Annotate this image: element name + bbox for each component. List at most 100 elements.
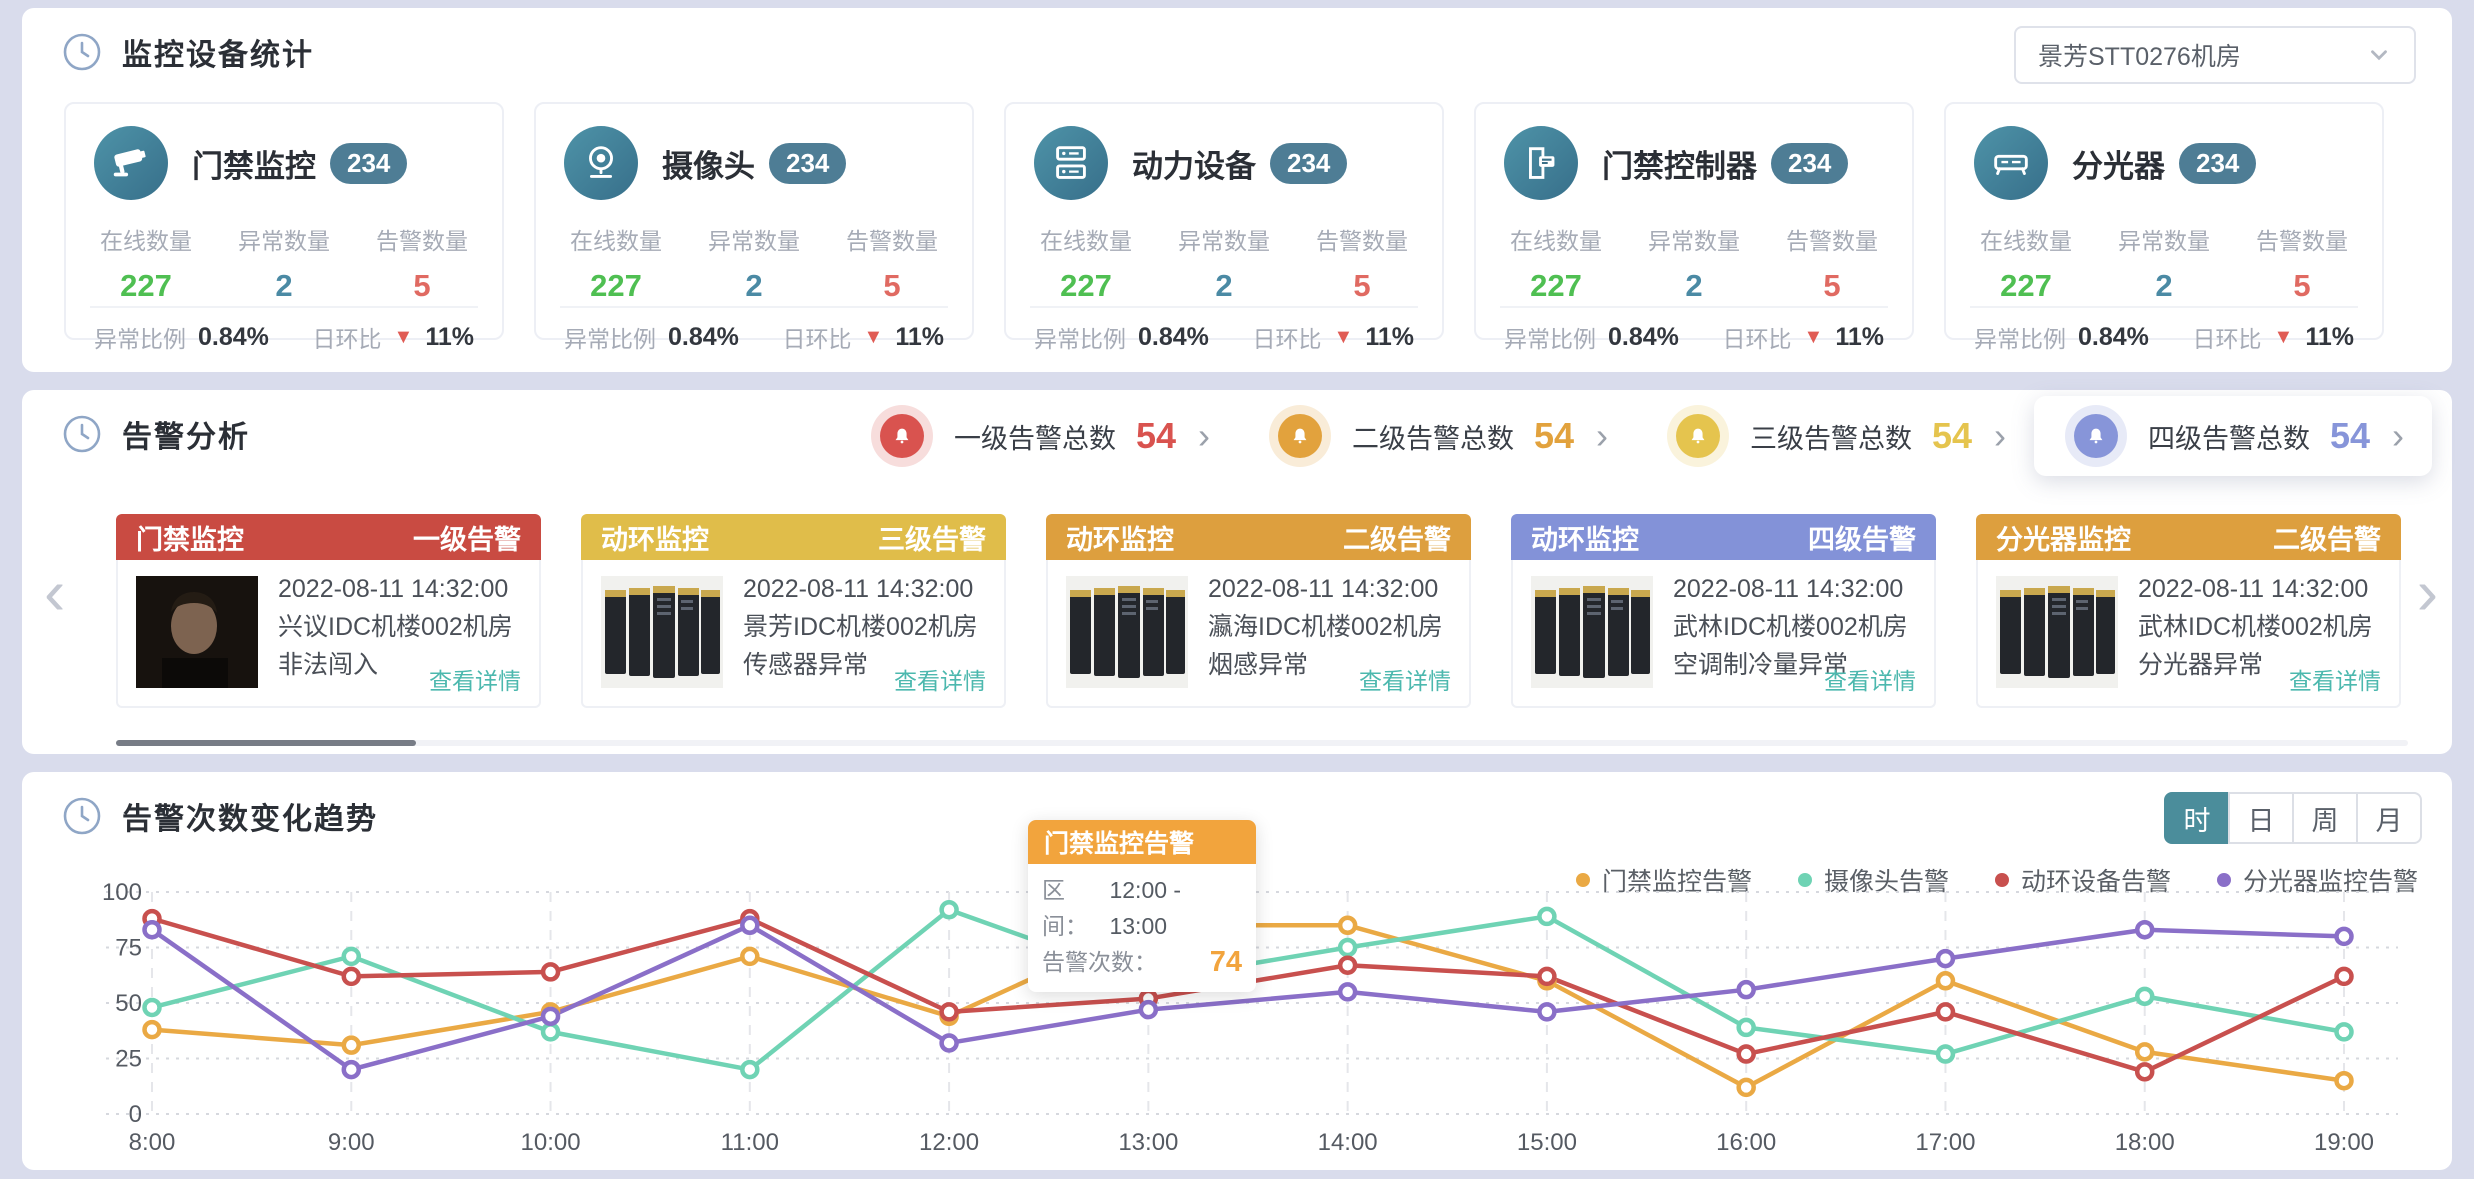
clock-icon bbox=[62, 796, 102, 836]
alert-source-label: 动环监控 bbox=[1531, 518, 1639, 557]
page-section-title: 监控设备统计 bbox=[122, 30, 314, 74]
alarm-level-label: 二级告警总数 bbox=[1352, 417, 1514, 456]
alert-timestamp: 2022-08-11 14:32:00 bbox=[743, 570, 978, 608]
day-over-day-label: 日环比 bbox=[2193, 320, 2262, 354]
alarm-level-summary-item[interactable]: 二级告警总数 54 › bbox=[1238, 396, 1636, 476]
online-count-label: 在线数量 bbox=[1510, 222, 1602, 256]
svg-text:17:00: 17:00 bbox=[1915, 1129, 1975, 1156]
idc-monitoring-dashboard: { "device_stats": { "title": "监控设备统计", "… bbox=[0, 0, 2474, 1179]
alarm-count-value: 5 bbox=[376, 268, 468, 304]
svg-text:9:00: 9:00 bbox=[328, 1129, 375, 1156]
online-count-value: 227 bbox=[1040, 268, 1132, 304]
online-count-label: 在线数量 bbox=[100, 222, 192, 256]
alert-level-label: 二级告警 bbox=[2273, 518, 2381, 557]
alarm-level-count: 54 bbox=[1932, 415, 1972, 457]
clock-icon bbox=[62, 414, 102, 454]
alert-card: 动环监控 四级告警 2022-08-11 14:32:00 武林IDC机楼002… bbox=[1511, 514, 1936, 708]
alert-card-header: 动环监控 二级告警 bbox=[1046, 514, 1471, 560]
triangle-down-icon: ▼ bbox=[1334, 326, 1354, 349]
abnormal-ratio-value: 0.84% bbox=[1608, 323, 1679, 352]
device-stat-card-foot: 异常比例 0.84% 日环比 ▼ 11% bbox=[1476, 320, 1912, 354]
carousel-scrollbar-thumb[interactable] bbox=[116, 740, 416, 746]
page-section-title: 告警分析 bbox=[122, 412, 250, 456]
device-total-badge: 234 bbox=[2179, 143, 2256, 184]
chevron-right-icon: › bbox=[1596, 418, 1608, 454]
day-over-day-value: 11% bbox=[2305, 323, 2354, 352]
device-stat-card-foot: 异常比例 0.84% 日环比 ▼ 11% bbox=[66, 320, 502, 354]
alert-timestamp: 2022-08-11 14:32:00 bbox=[2138, 570, 2373, 608]
abnormal-ratio-value: 0.84% bbox=[198, 323, 269, 352]
person-photo bbox=[136, 576, 258, 688]
chevron-right-icon: › bbox=[1198, 418, 1210, 454]
page-section-title: 告警次数变化趋势 bbox=[122, 794, 378, 838]
alarm-bell-icon bbox=[1278, 414, 1322, 458]
alert-location: 瀛海IDC机楼002机房 bbox=[1208, 608, 1443, 646]
online-count-label: 在线数量 bbox=[1980, 222, 2072, 256]
carousel-prev-icon[interactable]: ‹ bbox=[44, 560, 65, 624]
alarm-count-value: 5 bbox=[1786, 268, 1878, 304]
alarm-trend-panel: 告警次数变化趋势 时日周月 门禁监控告警 摄像头告警 动环设备告警 分光器监控告… bbox=[22, 772, 2452, 1170]
view-details-link[interactable]: 查看详情 bbox=[894, 662, 986, 696]
server-rack-photo bbox=[1996, 576, 2118, 688]
chevron-right-icon: › bbox=[1994, 418, 2006, 454]
day-over-day-label: 日环比 bbox=[1723, 320, 1792, 354]
alert-source-label: 分光器监控 bbox=[1996, 518, 2131, 557]
time-granularity-button[interactable]: 月 bbox=[2356, 792, 2422, 844]
divider bbox=[1030, 306, 1418, 308]
carousel-next-icon[interactable]: › bbox=[2417, 560, 2438, 624]
server-rack-icon bbox=[1034, 126, 1108, 200]
alarm-level-summary-item[interactable]: 一级告警总数 54 › bbox=[840, 396, 1238, 476]
abnormal-ratio-value: 0.84% bbox=[1138, 323, 1209, 352]
device-type-label: 分光器 bbox=[2072, 141, 2165, 186]
device-total-badge: 234 bbox=[1270, 143, 1347, 184]
server-rack-photo bbox=[1531, 576, 1653, 688]
svg-text:75: 75 bbox=[115, 935, 142, 962]
time-granularity-button[interactable]: 时 bbox=[2164, 792, 2230, 844]
alert-source-label: 门禁监控 bbox=[136, 518, 244, 557]
online-count-value: 227 bbox=[100, 268, 192, 304]
alert-card-header: 动环监控 四级告警 bbox=[1511, 514, 1936, 560]
svg-text:13:00: 13:00 bbox=[1118, 1129, 1178, 1156]
device-stat-card-foot: 异常比例 0.84% 日环比 ▼ 11% bbox=[1006, 320, 1442, 354]
tooltip-range-label: 区间： bbox=[1042, 872, 1109, 944]
day-over-day-value: 11% bbox=[895, 323, 944, 352]
device-total-badge: 234 bbox=[330, 143, 407, 184]
alarm-level-summary-item[interactable]: 三级告警总数 54 › bbox=[1636, 396, 2034, 476]
alarm-bell-icon bbox=[1676, 414, 1720, 458]
alarm-count-value: 5 bbox=[846, 268, 938, 304]
device-stat-card: 动力设备 234 在线数量227 异常数量2 告警数量5 异常比例 0.84% … bbox=[1004, 102, 1444, 340]
alarm-level-summary-item[interactable]: 四级告警总数 54 › bbox=[2034, 396, 2432, 476]
time-granularity-button[interactable]: 周 bbox=[2292, 792, 2358, 844]
view-details-link[interactable]: 查看详情 bbox=[1824, 662, 1916, 696]
room-selector-dropdown[interactable]: 景芳STT0276机房 bbox=[2014, 26, 2416, 84]
room-selector-value: 景芳STT0276机房 bbox=[2038, 37, 2241, 73]
abnormal-count-label: 异常数量 bbox=[708, 222, 800, 256]
alarm-count-value: 5 bbox=[1316, 268, 1408, 304]
svg-text:11:00: 11:00 bbox=[721, 1129, 779, 1156]
alert-location: 景芳IDC机楼002机房 bbox=[743, 608, 978, 646]
view-details-link[interactable]: 查看详情 bbox=[2289, 662, 2381, 696]
clock-icon bbox=[62, 32, 102, 72]
online-count-label: 在线数量 bbox=[570, 222, 662, 256]
alarm-level-summary-row: 一级告警总数 54 › 二级告警总数 54 › 三级告警总数 54 › 四级告警… bbox=[840, 396, 2432, 476]
triangle-down-icon: ▼ bbox=[394, 326, 414, 349]
optical-splitter-icon bbox=[1974, 126, 2048, 200]
day-over-day-label: 日环比 bbox=[313, 320, 382, 354]
alarm-level-label: 四级告警总数 bbox=[2148, 417, 2310, 456]
tooltip-count-label: 告警次数： bbox=[1042, 944, 1157, 980]
day-over-day-value: 11% bbox=[425, 323, 474, 352]
day-over-day-label: 日环比 bbox=[783, 320, 852, 354]
triangle-down-icon: ▼ bbox=[1804, 326, 1824, 349]
alarm-count-label: 告警数量 bbox=[846, 222, 938, 256]
alert-timestamp: 2022-08-11 14:32:00 bbox=[278, 570, 513, 608]
device-metrics: 在线数量227 异常数量2 告警数量5 bbox=[1476, 222, 1912, 304]
abnormal-count-value: 2 bbox=[1648, 268, 1740, 304]
time-granularity-button[interactable]: 日 bbox=[2228, 792, 2294, 844]
device-stat-card: 摄像头 234 在线数量227 异常数量2 告警数量5 异常比例 0.84% 日… bbox=[534, 102, 974, 340]
carousel-scrollbar bbox=[116, 740, 2408, 746]
view-details-link[interactable]: 查看详情 bbox=[1359, 662, 1451, 696]
alarm-level-label: 三级告警总数 bbox=[1750, 417, 1912, 456]
alert-card-body: 2022-08-11 14:32:00 兴议IDC机楼002机房 非法闯入 查看… bbox=[116, 560, 541, 708]
day-over-day-label: 日环比 bbox=[1253, 320, 1322, 354]
view-details-link[interactable]: 查看详情 bbox=[429, 662, 521, 696]
